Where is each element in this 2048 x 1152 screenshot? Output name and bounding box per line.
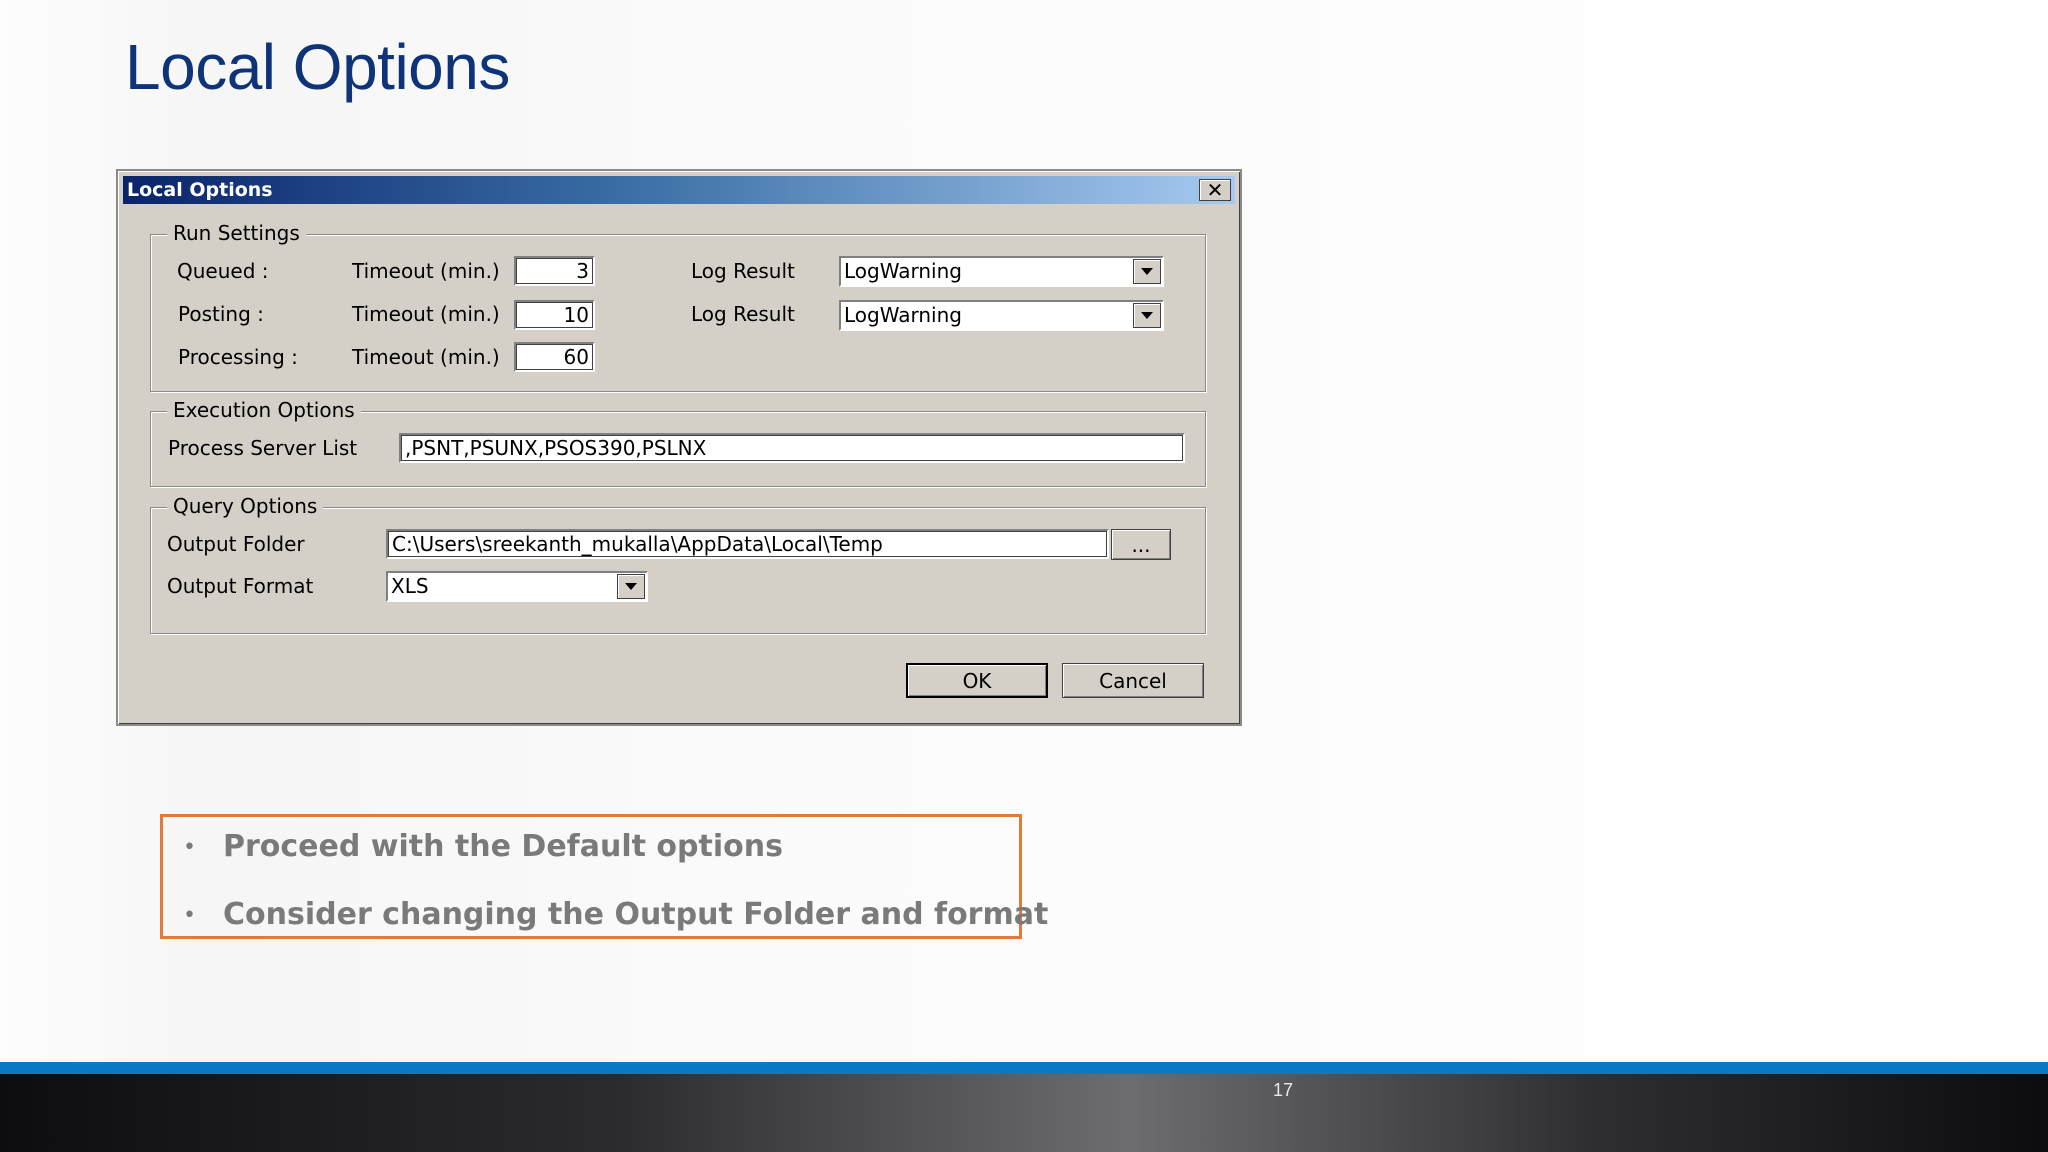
bullet-icon: • [183,835,196,860]
queued-label: Queued : [177,259,269,283]
footer-bar [0,1074,2048,1152]
queued-timeout-input[interactable]: 3 [514,256,595,286]
chevron-down-icon[interactable] [1133,303,1161,328]
processing-timeout-label: Timeout (min.) [352,345,500,369]
output-folder-label: Output Folder [167,532,305,556]
execution-options-group: Execution Options Process Server List ,P… [150,398,1206,487]
page-number: 17 [1273,1080,1294,1100]
queued-log-result-select[interactable]: LogWarning [839,256,1164,287]
output-folder-input[interactable]: C:\Users\sreekanth_mukalla\AppData\Local… [386,529,1109,559]
output-format-label: Output Format [167,574,314,598]
dialog-titlebar[interactable]: Local Options ✕ [123,176,1235,204]
processing-timeout-input[interactable]: 60 [514,342,595,372]
cancel-button[interactable]: Cancel [1062,663,1204,698]
chevron-down-icon[interactable] [617,574,645,599]
output-format-select[interactable]: XLS [386,571,648,602]
note-text: Consider changing the Output Folder and … [223,897,1049,932]
queued-log-result-value: LogWarning [844,259,962,283]
ok-button[interactable]: OK [906,663,1048,698]
queued-log-result-label: Log Result [691,259,795,283]
queued-timeout-label: Timeout (min.) [352,259,500,283]
run-settings-group: Run Settings Queued : Timeout (min.) 3 L… [150,221,1206,392]
slide: Local Options Local Options ✕ Run Settin… [0,0,2048,1152]
note-item: • Proceed with the Default options [183,829,783,864]
posting-log-result-value: LogWarning [844,303,962,327]
dialog-title: Local Options [127,179,273,201]
browse-folder-button[interactable]: ... [1111,529,1171,560]
processing-label: Processing : [178,345,298,369]
execution-options-label: Execution Options [167,398,361,422]
query-options-group: Query Options Output Folder C:\Users\sre… [150,494,1206,634]
note-text: Proceed with the Default options [223,829,783,864]
close-icon: ✕ [1206,178,1224,202]
process-server-list-input[interactable]: ,PSNT,PSUNX,PSOS390,PSLNX [399,433,1185,463]
local-options-dialog: Local Options ✕ Run Settings Queued : Ti… [116,169,1242,726]
footer-accent-stripe [0,1062,2048,1074]
run-settings-label: Run Settings [167,221,306,245]
posting-log-result-label: Log Result [691,302,795,326]
chevron-down-icon[interactable] [1133,259,1161,284]
close-button[interactable]: ✕ [1199,179,1231,201]
query-options-label: Query Options [167,494,324,518]
slide-title: Local Options [125,31,510,103]
notes-box: • Proceed with the Default options • Consi… [160,814,1048,939]
posting-log-result-select[interactable]: LogWarning [839,300,1164,331]
posting-timeout-input[interactable]: 10 [514,300,595,330]
posting-label: Posting : [178,302,264,326]
note-item: • Consider changing the Output Folder and… [183,897,1048,932]
bullet-icon: • [183,903,196,928]
output-format-value: XLS [391,574,429,598]
process-server-list-label: Process Server List [168,436,358,460]
posting-timeout-label: Timeout (min.) [352,302,500,326]
